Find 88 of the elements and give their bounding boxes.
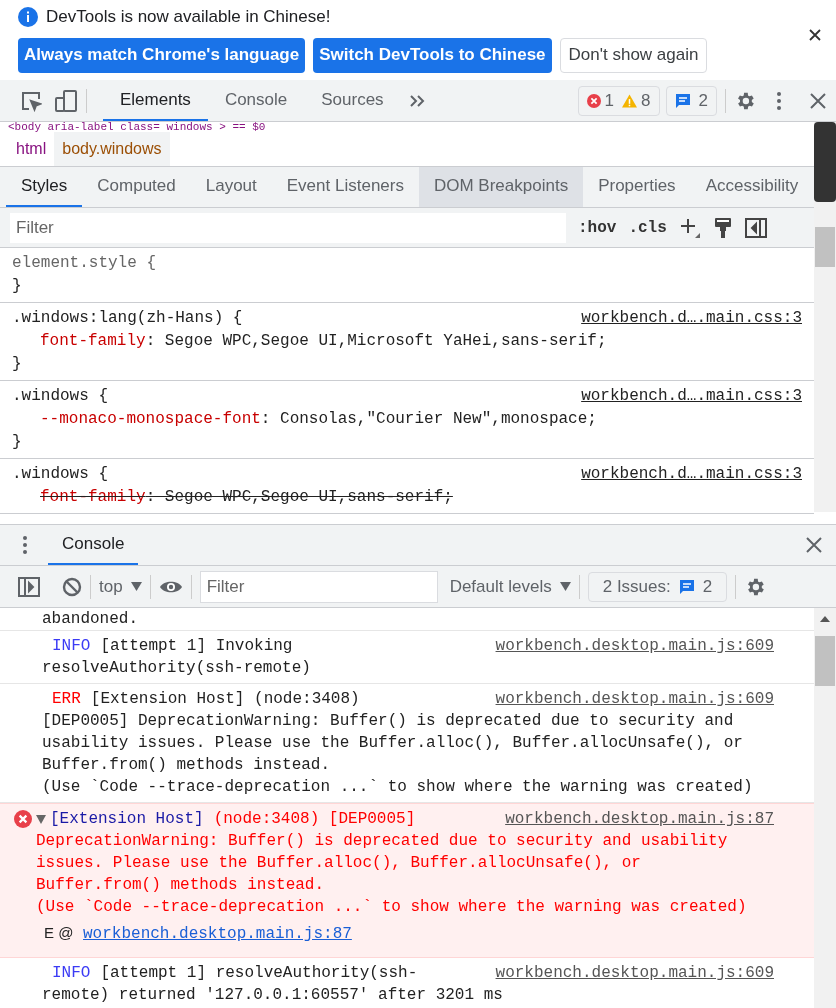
levels-dropdown[interactable]: Default levels: [449, 573, 571, 600]
log-text: resolveAuthority(ssh-remote): [42, 658, 312, 679]
dropdown-caret-icon: [559, 582, 571, 591]
banner-button[interactable]: Don't show again: [559, 37, 708, 73]
css-selector: .windows:lang(zh-Hans) {: [12, 308, 243, 329]
banner-button[interactable]: Switch DevTools to Chinese: [313, 37, 552, 73]
expand-triangle-icon[interactable]: [36, 814, 46, 824]
error-icon: [586, 93, 601, 108]
paint-brush-icon[interactable]: [712, 216, 733, 239]
issues-count: 2: [702, 575, 713, 598]
add-rule-icon[interactable]: [678, 216, 701, 239]
log-level: ERR: [52, 689, 81, 710]
panel-tab[interactable]: Console: [207, 80, 305, 121]
close-icon[interactable]: [806, 537, 822, 553]
css-brace: }: [12, 355, 22, 373]
sidebar-toggle-icon[interactable]: [744, 217, 767, 238]
log-level: INFO: [52, 963, 91, 984]
log-text: remote) returned '127.0.0.1:60557' after 3201 ms: [42, 985, 504, 1006]
class-toggle[interactable]: .cls: [628, 215, 667, 240]
css-selector: element.style {: [12, 253, 157, 274]
sidebar-tab[interactable]: DOM Breakpoints: [418, 167, 584, 207]
error-text: (node:3408) [DEP0005]: [213, 809, 416, 830]
clear-icon[interactable]: [62, 576, 82, 597]
css-brace: }: [12, 277, 22, 295]
issues-counter[interactable]: 1 8: [577, 85, 660, 116]
scrollbar[interactable]: [814, 608, 836, 1008]
panel-tab[interactable]: Sources: [304, 80, 401, 121]
stylesheet-link[interactable]: workbench.d….main.css:3: [581, 463, 802, 486]
sidebar-tab[interactable]: Layout: [190, 167, 272, 207]
sidebar-tab[interactable]: Accessibility: [690, 167, 814, 207]
dom-node[interactable]: <body aria-label class= windows > == $0: [8, 121, 266, 133]
css-declaration: font-family: Segoe WPC,Segoe UI,Microsoft YaHei,sans-serif;: [39, 331, 608, 352]
more-options-icon[interactable]: [22, 535, 28, 555]
inspect-icon[interactable]: [20, 89, 42, 112]
message-icon: [678, 578, 695, 595]
issues-button[interactable]: 2 Issues: 2: [587, 571, 728, 602]
css-selector: .windows {: [12, 386, 108, 407]
close-icon[interactable]: [810, 92, 826, 109]
css-declaration: font-family: Segoe WPC,Segoe UI,sans-serif;: [39, 487, 454, 508]
more-options-icon[interactable]: [776, 90, 782, 111]
scroll-up-icon[interactable]: [820, 616, 830, 622]
log-prefix: [Extension Host]: [50, 809, 204, 830]
stack-frame: E @: [44, 924, 74, 941]
css-declaration: --monaco-monospace-font: Consolas,"Courier New",monospace;: [39, 409, 598, 430]
sidebar-tab[interactable]: Event Listeners: [271, 167, 419, 207]
filter-field[interactable]: Filter: [10, 212, 566, 243]
css-brace: }: [12, 433, 22, 451]
error-icon: [14, 810, 32, 828]
warning-count: 8: [641, 89, 651, 112]
stylesheet-link[interactable]: workbench.d….main.css:3: [581, 307, 802, 330]
scrollbar-thumb[interactable]: [815, 636, 835, 686]
sidebar-tab[interactable]: Properties: [583, 167, 691, 207]
issues-label: 2 Issues:: [602, 575, 671, 598]
log-text: [attempt 1] resolveAuthority(ssh-: [100, 963, 418, 984]
error-count: 1: [604, 89, 615, 112]
hover-state-toggle[interactable]: :hov: [578, 215, 617, 240]
log-text: DeprecationWarning: Buffer() is deprecated due to security and usability issues. Please use the Buffer.alloc(), Buffer.allocUnsafe(), or Buffer.from() methods instead. (Use `Code --trace-deprecation ...` to show where the warning was created): [36, 831, 748, 918]
breadcrumb[interactable]: body.windows: [54, 132, 170, 166]
source-link[interactable]: workbench.desktop.main.js:87: [505, 808, 774, 830]
device-icon[interactable]: [54, 88, 78, 113]
banner-message: DevTools is now available in Chinese!: [46, 6, 331, 28]
sidebar-tab[interactable]: Computed: [82, 167, 191, 207]
scrollbar-thumb[interactable]: [815, 227, 835, 267]
source-link[interactable]: workbench.desktop.main.js:609: [495, 688, 774, 710]
more-tabs-icon[interactable]: [408, 93, 425, 108]
sidebar-toggle-icon[interactable]: [18, 576, 40, 597]
panel-tab[interactable]: Elements: [103, 80, 208, 121]
log-text: abandoned.: [42, 610, 138, 628]
dropdown-caret-icon: [130, 582, 142, 591]
scrollbar[interactable]: [814, 122, 836, 512]
console-filter-field[interactable]: Filter: [199, 570, 438, 603]
css-selector: .windows {: [12, 464, 108, 485]
log-level: INFO: [52, 636, 91, 657]
messages-counter[interactable]: 2: [665, 85, 717, 116]
log-text: [attempt 1] Invoking: [100, 636, 293, 657]
source-link[interactable]: workbench.desktop.main.js:609: [495, 635, 774, 657]
log-text: [DEP0005] DeprecationWarning: Buffer() is deprecated due to security and usability issues. Please use the Buffer.alloc(), Buffer.allocUnsafe(), or Buffer.from() methods instead. (Use `Code --trace-deprecation ...` to show where the warning was created): [42, 711, 754, 798]
info-icon: [18, 6, 38, 27]
stack-link[interactable]: workbench.desktop.main.js:87: [83, 925, 352, 943]
banner-button[interactable]: Always match Chrome's language: [18, 37, 306, 73]
log-text: [Extension Host] (node:3408): [90, 689, 360, 710]
source-link[interactable]: workbench.desktop.main.js:609: [495, 962, 774, 984]
warning-icon: [622, 93, 638, 108]
close-icon[interactable]: [809, 29, 821, 41]
stylesheet-link[interactable]: workbench.d….main.css:3: [581, 385, 802, 408]
context-selector[interactable]: top: [99, 573, 142, 600]
breadcrumb[interactable]: html: [8, 132, 55, 166]
message-icon: [674, 92, 691, 109]
